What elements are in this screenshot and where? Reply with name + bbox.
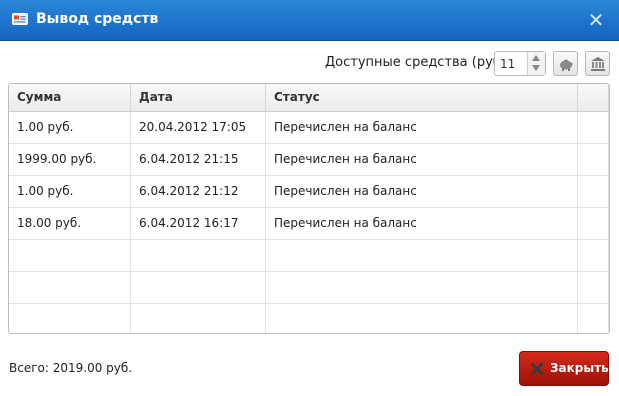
empty-row — [9, 240, 609, 272]
amount-cell: 18.00 руб. — [9, 208, 131, 239]
deposit-button[interactable] — [553, 51, 578, 76]
withdraw-dialog: Вывод средств ✕ Доступные средства (руб.… — [0, 0, 619, 396]
spacer-cell — [578, 208, 609, 239]
spacer-cell — [578, 112, 609, 143]
close-x-icon — [531, 363, 543, 375]
available-funds-value[interactable]: 11 — [500, 57, 515, 71]
window-card-icon — [12, 13, 28, 25]
table-row[interactable]: 1999.00 руб. 6.04.2012 21:15 Перечислен … — [9, 144, 609, 176]
arrow-down-icon[interactable] — [532, 65, 540, 71]
status-cell: Перечислен на баланс — [266, 112, 578, 143]
dialog-title: Вывод средств — [36, 11, 159, 27]
table-row[interactable]: 1.00 руб. 6.04.2012 21:12 Перечислен на … — [9, 176, 609, 208]
column-header-date[interactable]: Дата — [131, 84, 266, 111]
spinner-arrows[interactable] — [527, 52, 545, 75]
close-button[interactable]: Закрыть — [519, 351, 609, 386]
amount-cell: 1.00 руб. — [9, 112, 131, 143]
date-cell: 20.04.2012 17:05 — [131, 112, 266, 143]
piggy-bank-icon — [560, 59, 573, 71]
spacer-cell — [578, 176, 609, 207]
date-cell: 6.04.2012 21:15 — [131, 144, 266, 175]
date-cell: 6.04.2012 21:12 — [131, 176, 266, 207]
withdrawals-table: Сумма Дата Статус 1.00 руб. 20.04.2012 1… — [8, 83, 610, 334]
close-icon[interactable]: ✕ — [586, 8, 606, 32]
table-row[interactable]: 18.00 руб. 6.04.2012 16:17 Перечислен на… — [9, 208, 609, 240]
bank-button[interactable] — [585, 51, 610, 76]
status-cell: Перечислен на баланс — [266, 144, 578, 175]
amount-cell: 1999.00 руб. — [9, 144, 131, 175]
total-amount: Всего: 2019.00 руб. — [9, 361, 133, 375]
empty-row — [9, 304, 609, 333]
table-header: Сумма Дата Статус — [9, 84, 609, 112]
table-row[interactable]: 1.00 руб. 20.04.2012 17:05 Перечислен на… — [9, 112, 609, 144]
available-funds-label: Доступные средства (руб.): — [325, 55, 515, 70]
arrow-up-icon[interactable] — [532, 55, 540, 61]
column-header-amount[interactable]: Сумма — [9, 84, 131, 111]
empty-row — [9, 272, 609, 304]
bank-icon — [591, 57, 605, 71]
amount-cell: 1.00 руб. — [9, 176, 131, 207]
available-funds-spinner[interactable]: 11 — [494, 51, 546, 76]
status-cell: Перечислен на баланс — [266, 176, 578, 207]
close-button-label: Закрыть — [550, 361, 609, 375]
column-header-status[interactable]: Статус — [266, 84, 578, 111]
title-bar: Вывод средств ✕ — [0, 0, 619, 41]
column-header-spacer — [578, 84, 609, 111]
date-cell: 6.04.2012 16:17 — [131, 208, 266, 239]
spacer-cell — [578, 144, 609, 175]
status-cell: Перечислен на баланс — [266, 208, 578, 239]
